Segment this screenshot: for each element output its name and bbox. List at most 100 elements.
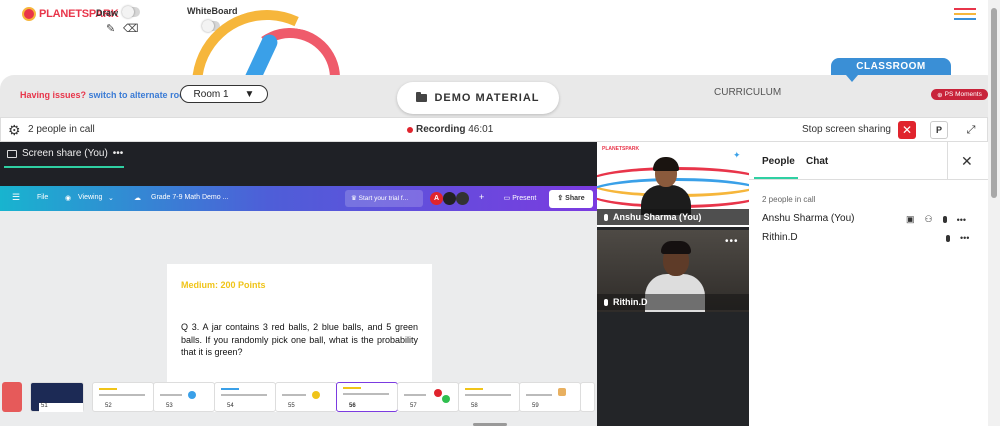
- slide-thumbnail[interactable]: 54: [214, 382, 276, 412]
- expand-icon[interactable]: ⤢: [962, 121, 980, 139]
- whiteboard-label: WhiteBoard: [187, 6, 238, 16]
- slide-thumbnail[interactable]: 55: [275, 382, 337, 412]
- demo-material-button[interactable]: DEMO MATERIAL: [397, 82, 559, 114]
- thumb-line: [526, 394, 552, 396]
- more-options-icon[interactable]: •••: [960, 233, 969, 243]
- canva-doc-title[interactable]: Grade 7-9 Math Demo ...: [151, 194, 228, 201]
- menu-icon[interactable]: [954, 8, 976, 20]
- slide-thumbnail[interactable]: 57: [397, 382, 459, 412]
- mic-icon[interactable]: [942, 216, 947, 223]
- slide-thumbnail-number: 56: [349, 403, 356, 409]
- screen-share-icon[interactable]: ▣: [906, 214, 915, 225]
- canva-avatar-3[interactable]: [456, 192, 469, 205]
- recording-label: Recording: [416, 124, 466, 135]
- slide-thumbnail-number: 58: [471, 403, 478, 409]
- present-icon: ▭: [503, 195, 511, 202]
- room-select[interactable]: Room 1 ▼: [180, 85, 268, 103]
- pencil-icon[interactable]: ✎: [106, 22, 115, 35]
- panel-divider: [947, 142, 948, 180]
- video-name-bar: Anshu Sharma (You): [597, 209, 749, 225]
- classroom-tab[interactable]: CLASSROOM: [831, 58, 951, 75]
- slide-question: Q 3. A jar contains 3 red balls, 2 blue …: [181, 322, 418, 357]
- slide-thumbnail[interactable]: 59: [519, 382, 581, 412]
- stop-screen-sharing-label[interactable]: Stop screen sharing: [802, 124, 891, 135]
- canva-viewing-chevron-icon: ⌄: [108, 195, 114, 202]
- thumb-line: [465, 388, 483, 390]
- more-options-icon[interactable]: •••: [725, 236, 739, 247]
- curriculum-tab[interactable]: CURRICULUM: [714, 87, 781, 98]
- tab-people[interactable]: People: [762, 156, 795, 167]
- slide-thumbnail-number: 55: [288, 403, 295, 409]
- ps-moments-label: PS Moments: [944, 91, 982, 98]
- folder-icon: [416, 92, 428, 102]
- canva-add-icon[interactable]: +: [479, 192, 484, 202]
- user-settings-icon[interactable]: ⚇: [925, 214, 933, 225]
- slide-thumbnail[interactable]: 53: [153, 382, 215, 412]
- slide-thumbnail[interactable]: 58: [458, 382, 520, 412]
- logo-mark-icon: [22, 7, 36, 21]
- participant-hair: [661, 241, 691, 254]
- screen-share-tab[interactable]: Screen share (You) •••: [7, 148, 123, 159]
- video-name-bar: Rithin.D: [597, 294, 749, 310]
- participant-name-self: Anshu Sharma (You): [613, 212, 702, 222]
- canva-toolbar: ☰ File ◉ Viewing ⌄ ☁ Grade 7-9 Math Demo…: [0, 186, 597, 211]
- canva-avatar-a[interactable]: A: [430, 192, 443, 205]
- more-options-icon[interactable]: •••: [113, 148, 124, 159]
- slide-thumbnail[interactable]: 52: [92, 382, 154, 412]
- recording-dot-icon: [407, 127, 413, 133]
- canva-viewing-menu[interactable]: Viewing: [78, 194, 102, 201]
- thumb-line: [99, 394, 145, 396]
- slide-thumbnail-active[interactable]: 56: [336, 382, 398, 412]
- issues-notice: Having issues? switch to alternate room: [20, 90, 193, 100]
- person-actions: ▣ ⚇ •••: [906, 214, 966, 225]
- page-scrollbar[interactable]: [988, 0, 1000, 426]
- slide-thumbnail-number: 54: [227, 403, 234, 409]
- canva-share-label: Share: [565, 195, 585, 202]
- canva-share-button[interactable]: ⇪ Share: [549, 190, 593, 208]
- draw-label: Draw: [96, 8, 119, 18]
- recording-status: Recording 46:01: [416, 124, 493, 135]
- canva-present-button[interactable]: ▭ Present: [495, 191, 545, 207]
- screen-share-tab-underline: [4, 166, 124, 168]
- draw-toggle[interactable]: [122, 6, 140, 18]
- demo-material-label: DEMO MATERIAL: [434, 92, 540, 104]
- ps-moments-button[interactable]: ⊕ PS Moments: [931, 89, 988, 100]
- tab-chat[interactable]: Chat: [806, 156, 828, 167]
- tab-people-underline: [754, 177, 798, 179]
- slide-thumbnail-partial[interactable]: [580, 382, 595, 412]
- canva-menu-icon[interactable]: ☰: [12, 192, 20, 203]
- canva-present-label: Present: [512, 195, 537, 202]
- thumb-line: [404, 394, 426, 396]
- video-tile-self: PLANETSPARK ✦ Anshu Sharma (You): [597, 142, 749, 227]
- canva-file-menu[interactable]: File: [37, 194, 48, 201]
- p-button[interactable]: P: [930, 121, 948, 139]
- person-name: Anshu Sharma (You): [762, 213, 855, 224]
- share-upload-icon: ⇪: [557, 195, 564, 202]
- slide-thumbnail[interactable]: 51: [30, 382, 84, 412]
- thumb-dot: [558, 388, 566, 396]
- mic-icon[interactable]: [946, 234, 950, 242]
- app-root: PLANETSPARK Draw ✎ ⌫ WhiteBoard Having i…: [0, 0, 1000, 426]
- dropdown-arrow-icon: ▼: [244, 88, 255, 100]
- sparkle-icon: ✦: [733, 150, 741, 160]
- canva-avatar-2[interactable]: [443, 192, 456, 205]
- more-options-icon[interactable]: •••: [957, 215, 966, 225]
- slide-thumbnail-number: 57: [410, 403, 417, 409]
- classroom-tab-pointer: [846, 75, 858, 82]
- thumb-line: [160, 394, 182, 396]
- panel-tabs: People Chat ✕: [749, 142, 988, 180]
- thumb-dot: [188, 391, 196, 399]
- close-icon[interactable]: ✕: [961, 153, 973, 170]
- alternate-room-link[interactable]: switch to alternate room: [89, 90, 193, 100]
- eraser-icon[interactable]: ⌫: [123, 22, 139, 35]
- recording-time: 46:01: [468, 124, 494, 135]
- mic-icon: [604, 213, 608, 221]
- stop-sharing-button[interactable]: ✕: [898, 121, 916, 139]
- issues-prefix: Having issues?: [20, 90, 87, 100]
- gear-icon[interactable]: ⚙: [8, 122, 21, 139]
- page-scrollbar-thumb[interactable]: [991, 8, 997, 198]
- slide-thumbnail-number: 51: [39, 403, 83, 412]
- slide-thumbnail-partial[interactable]: [2, 382, 22, 412]
- canva-trial-button[interactable]: ♛ Start your trial f...: [345, 190, 423, 207]
- call-people-count: 2 people in call: [28, 124, 95, 135]
